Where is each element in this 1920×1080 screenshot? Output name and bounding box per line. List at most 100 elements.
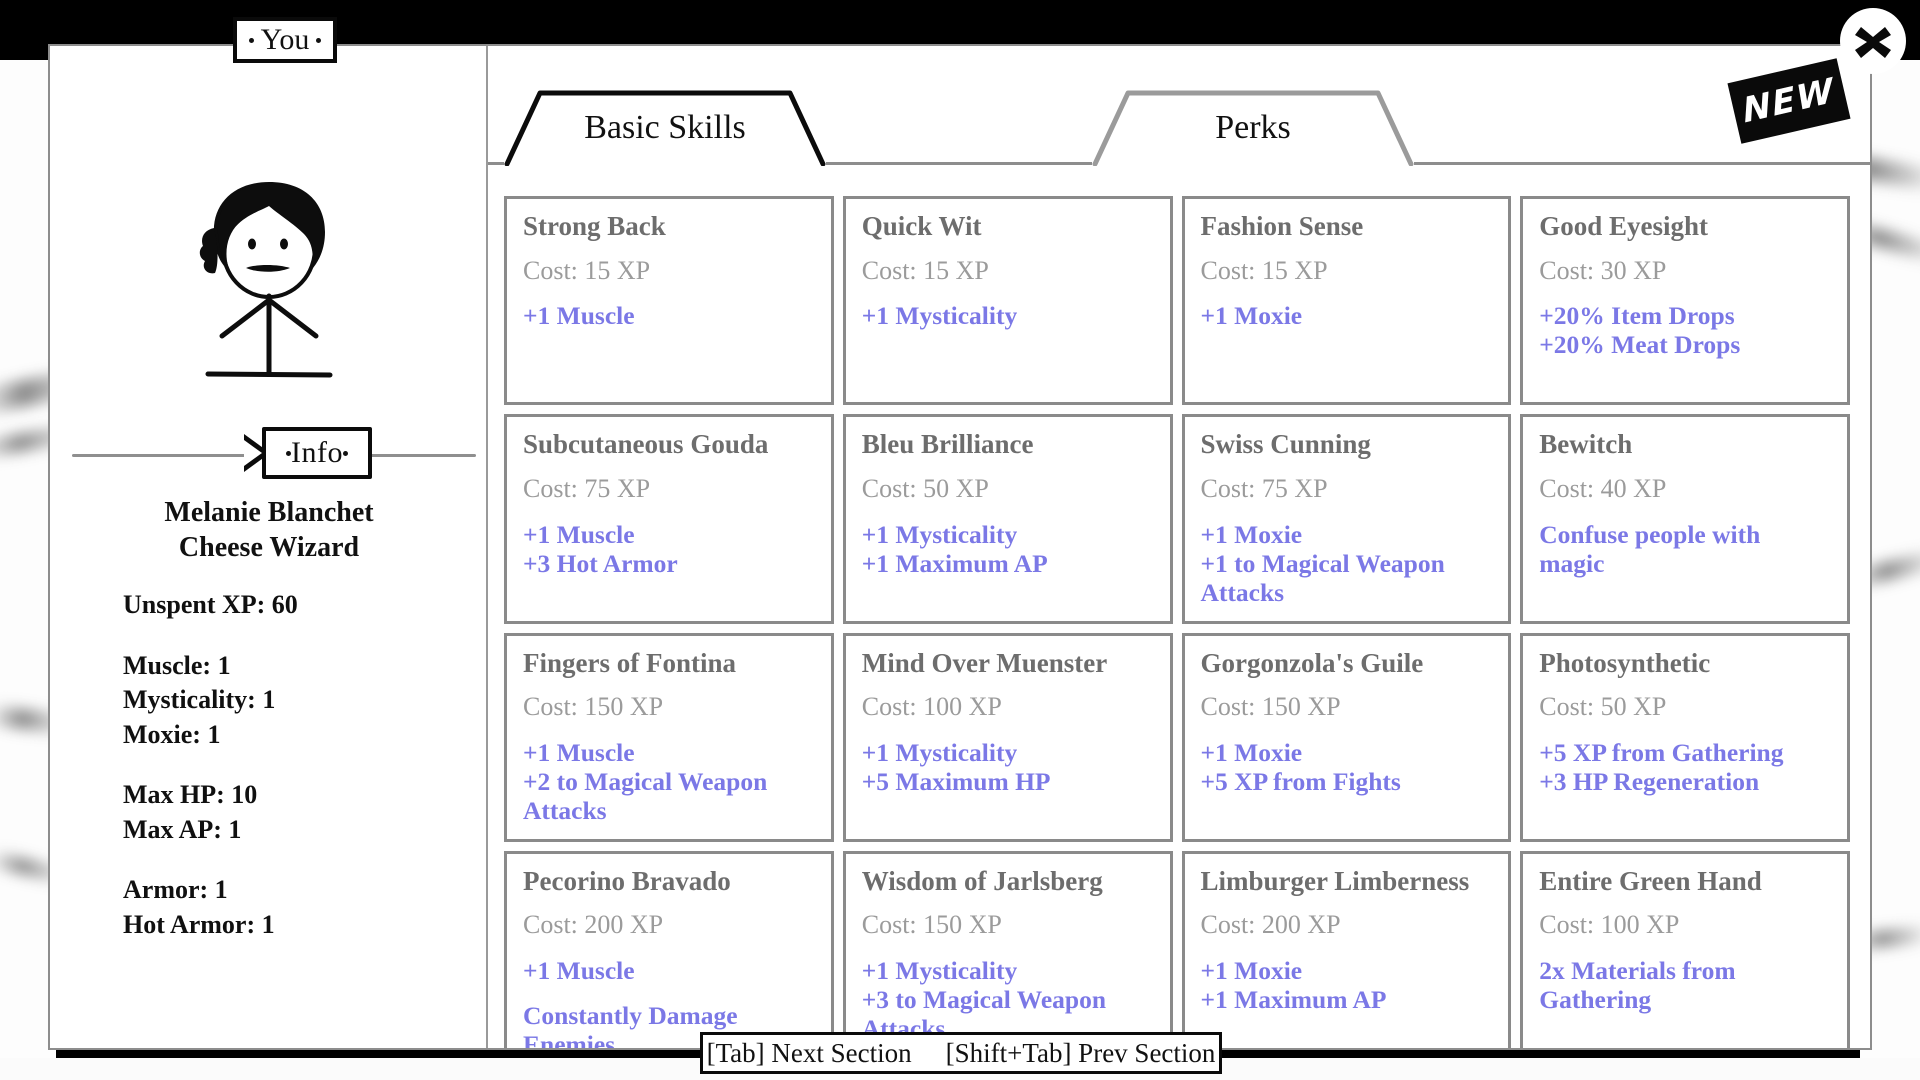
skill-card-title: Photosynthetic (1539, 647, 1711, 678)
skill-card-cost: Cost: 100 XP (1539, 910, 1680, 940)
skill-effect-line: +5 XP from Fights (1200, 766, 1401, 796)
skill-effect-line: +20% Meat Drops (1539, 330, 1741, 360)
skill-card[interactable]: Bewitch Cost: 40 XP Confuse people with ma… (1520, 414, 1850, 624)
skill-card-effects: +1 Mysticality +1 Maximum AP (862, 520, 1154, 578)
hint-prev-section: [Shift+Tab] Prev Section (945, 1037, 1216, 1068)
stat-group: Unspent XP: 60 (123, 588, 453, 623)
skill-card-effects: +1 Mysticality (862, 301, 1154, 330)
skill-effect-group: +1 Mysticality +5 Maximum HP (862, 738, 1154, 796)
skill-effect-line: +1 Moxie (1200, 737, 1303, 767)
skill-effect-group: +1 Mysticality +1 Maximum AP (862, 520, 1154, 578)
stat-group: Muscle: 1 Mysticality: 1 Moxie: 1 (123, 649, 453, 753)
skill-card[interactable]: Entire Green Hand Cost: 100 XP 2x Material… (1520, 850, 1850, 1048)
skill-effect-line: +1 Moxie (1200, 301, 1303, 331)
skill-card[interactable]: Strong Back Cost: 15 XP +1 Muscle (504, 196, 834, 406)
skill-effect-line: +1 Maximum AP (861, 548, 1048, 578)
skill-card[interactable]: Pecorino Bravado Cost: 200 XP +1 Muscle Con… (504, 850, 834, 1048)
skill-card[interactable]: Wisdom of Jarlsberg Cost: 150 XP +1 Mystic… (842, 850, 1173, 1048)
info-section-tab[interactable]: Info (262, 427, 372, 479)
skill-effect-group: +1 Muscle (523, 956, 815, 985)
skill-effect-group: +5 XP from Gathering +3 HP Regeneration (1539, 738, 1831, 796)
skill-effect-line: 2x Materials from Gathering (1539, 956, 1736, 1015)
character-class: Cheese Wizard (178, 532, 360, 563)
skill-effect-group: 2x Materials from Gathering (1539, 956, 1831, 1014)
stat-line: Unspent XP: 60 (123, 590, 298, 619)
skill-card-title: Mind Over Muenster (861, 647, 1108, 678)
skill-effect-line: +1 Mysticality (861, 519, 1018, 549)
skill-card-cost: Cost: 15 XP (1200, 255, 1328, 285)
window-header-tab[interactable]: You (233, 17, 337, 63)
skill-card-title: Entire Green Hand (1539, 865, 1762, 896)
stat-line: Armor: 1 (123, 875, 228, 905)
skill-card-effects: +1 Moxie (1201, 301, 1493, 330)
skill-effect-line: +5 Maximum HP (861, 766, 1051, 796)
skill-card-title: Limburger Limberness (1200, 865, 1470, 896)
skill-effect-line: +1 Muscle (523, 301, 635, 331)
bullet-dot-icon (316, 37, 322, 43)
skill-effect-group: +1 Mysticality (862, 301, 1154, 330)
skill-card[interactable]: Bleu Brilliance Cost: 50 XP +1 Mysticality… (842, 414, 1173, 624)
close-icon (1855, 27, 1891, 58)
skill-card-cost: Cost: 150 XP (523, 692, 664, 722)
skill-card-effects: +1 Mysticality +5 Maximum HP (862, 738, 1154, 796)
skill-card-cost: Cost: 15 XP (523, 255, 651, 285)
skill-card-grid: Strong Back Cost: 15 XP +1 Muscle Quick Wit… (504, 196, 1850, 1048)
tab-basic-skills[interactable]: Basic Skills (504, 90, 826, 167)
skill-effect-line: +5 XP from Gathering (1539, 737, 1784, 767)
skill-card-effects: 2x Materials from Gathering (1539, 956, 1831, 1014)
footer-hint-bar: [Tab] Next Section [Shift+Tab] Prev Sect… (700, 1032, 1222, 1074)
skill-card[interactable]: Swiss Cunning Cost: 75 XP +1 Moxie +1 to Ma… (1181, 414, 1512, 624)
stat-line: Max AP: 1 (123, 814, 242, 844)
skill-card-title: Wisdom of Jarlsberg (861, 865, 1103, 896)
skill-card[interactable]: Mind Over Muenster Cost: 100 XP +1 Mystica… (842, 632, 1173, 842)
skill-card[interactable]: Good Eyesight Cost: 30 XP +20% Item Drops +… (1520, 196, 1850, 406)
skill-effect-line: +1 Mysticality (861, 956, 1018, 986)
stat-group: Max HP: 10 Max AP: 1 (123, 778, 453, 847)
tab-basic-skills-label: Basic Skills (584, 109, 746, 146)
skill-card-cost: Cost: 50 XP (861, 473, 989, 503)
skill-card-title: Bleu Brilliance (861, 429, 1034, 460)
skill-card-cost: Cost: 150 XP (861, 910, 1002, 940)
skill-effect-line: +2 to Magical Weapon Attacks (523, 766, 768, 825)
skill-effect-group: +1 Muscle +2 to Magical Weapon Attacks (523, 738, 815, 825)
skills-panel: Basic Skills Perks NEW Strong Back Cost:… (488, 46, 1870, 1048)
character-name: Melanie Blanchet (164, 497, 374, 528)
new-badge-label: NEW (1740, 70, 1838, 132)
skill-effect-line: +1 to Magical Weapon Attacks (1200, 548, 1445, 607)
close-button[interactable] (1840, 8, 1906, 74)
skill-effect-line: +1 Mysticality (861, 301, 1018, 331)
skill-card[interactable]: Photosynthetic Cost: 50 XP +5 XP from Gath… (1520, 632, 1850, 842)
skill-card-cost: Cost: 50 XP (1539, 692, 1667, 722)
stat-line: Hot Armor: 1 (123, 910, 275, 940)
new-badge: NEW (1727, 58, 1851, 144)
tab-perks[interactable]: Perks (1092, 90, 1414, 167)
skill-card-cost: Cost: 30 XP (1539, 255, 1667, 285)
skill-card[interactable]: Fingers of Fontina Cost: 150 XP +1 Muscle +… (504, 632, 834, 842)
skill-effect-group: +1 Muscle (523, 301, 815, 330)
bullet-dot-icon (248, 37, 254, 43)
skill-effect-line: +3 Hot Armor (523, 548, 678, 578)
bullet-dot-icon (342, 450, 348, 456)
skill-card-effects: +1 Moxie +5 XP from Fights (1201, 738, 1493, 796)
skill-card-title: Swiss Cunning (1200, 429, 1371, 460)
skill-card[interactable]: Limburger Limberness Cost: 200 XP +1 Moxie… (1181, 850, 1512, 1048)
skill-card-effects: +1 Muscle (523, 301, 815, 330)
skill-card-effects: +1 Muscle +2 to Magical Weapon Attacks (523, 738, 815, 825)
screen: Info Melanie Blanchet Cheese Wizard Unsp… (0, 0, 1920, 1080)
tab-bar: Basic Skills Perks NEW (488, 46, 1870, 168)
stick-figure-avatar (199, 182, 333, 378)
skill-card-title: Fashion Sense (1200, 211, 1364, 241)
skill-card-title: Pecorino Bravado (523, 865, 731, 896)
skill-card-cost: Cost: 75 XP (1200, 473, 1328, 503)
skill-card[interactable]: Quick Wit Cost: 15 XP +1 Mysticality (842, 196, 1173, 406)
skill-card[interactable]: Subcutaneous Gouda Cost: 75 XP +1 Muscle +3… (504, 414, 834, 624)
skill-effect-group: +1 Muscle +3 Hot Armor (523, 520, 815, 578)
skill-card[interactable]: Gorgonzola's Guile Cost: 150 XP +1 Moxie +5… (1181, 632, 1512, 842)
skill-card[interactable]: Fashion Sense Cost: 15 XP +1 Moxie (1181, 196, 1512, 406)
skill-card-effects: +1 Moxie +1 Maximum AP (1201, 956, 1493, 1014)
character-portrait (50, 176, 488, 386)
tab-perks-label: Perks (1215, 109, 1291, 146)
skill-effect-group: +1 Moxie (1201, 301, 1493, 330)
skill-effect-line: +1 Muscle (523, 737, 635, 767)
character-stats: Unspent XP: 60 Muscle: 1 Mysticality: 1 Mox… (123, 588, 453, 969)
